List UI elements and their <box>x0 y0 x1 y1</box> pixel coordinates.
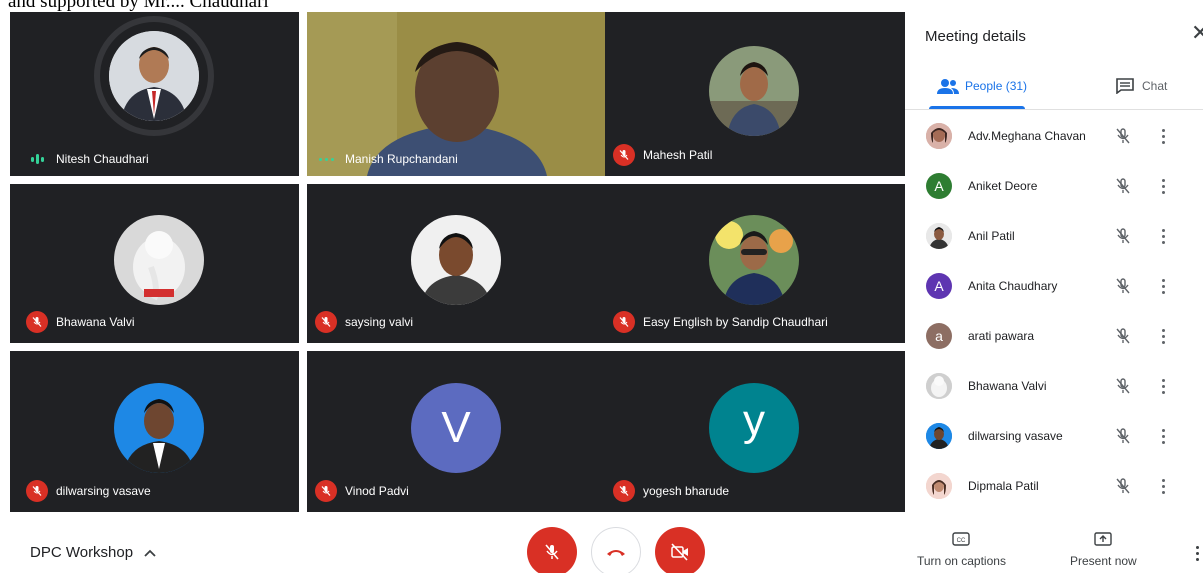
chat-icon <box>1116 78 1134 94</box>
avatar <box>926 123 952 149</box>
participant-tile[interactable]: Easy English by Sandip Chaudhari <box>605 184 905 343</box>
participant-tile[interactable]: y yogesh bharude <box>605 351 905 512</box>
mic-off-icon <box>1116 128 1130 144</box>
person-row[interactable]: A Aniket Deore <box>905 161 1203 211</box>
people-icon <box>937 79 959 94</box>
person-row[interactable]: Dipmala Patil <box>905 461 1203 511</box>
speaking-indicator-icon <box>26 154 48 164</box>
participant-name: dilwarsing vasave <box>26 480 151 502</box>
video-grid: Nitesh Chaudhari Manish Rupchandani Mahe… <box>0 12 905 512</box>
avatar <box>926 223 952 249</box>
chevron-up-icon <box>144 549 156 557</box>
avatar <box>926 373 952 399</box>
muted-mic-icon <box>315 311 337 333</box>
present-screen-icon <box>1094 532 1113 546</box>
participant-tile[interactable]: Manish Rupchandani <box>307 12 605 176</box>
camera-off-icon <box>671 543 688 561</box>
mic-off-icon <box>1116 328 1130 344</box>
svg-text:CC: CC <box>957 538 966 544</box>
participant-tile[interactable]: V Vinod Padvi <box>307 351 605 512</box>
avatar: V <box>411 383 501 473</box>
person-row[interactable]: dilwarsing vasave <box>905 411 1203 461</box>
panel-title: Meeting details <box>925 28 1026 45</box>
person-row[interactable]: A Anita Chaudhary <box>905 261 1203 311</box>
person-row[interactable]: Anil Patil <box>905 211 1203 261</box>
participant-tile[interactable]: Nitesh Chaudhari <box>10 12 299 176</box>
meet-window: and supported by Mr.... Chaudhari Nitesh… <box>0 0 1203 573</box>
muted-mic-icon <box>613 144 635 166</box>
participant-tile[interactable]: dilwarsing vasave <box>10 351 299 512</box>
participant-name: Vinod Padvi <box>315 480 409 502</box>
camera-toggle-button[interactable] <box>655 527 705 573</box>
participant-name: Nitesh Chaudhari <box>26 152 149 166</box>
person-row[interactable]: a arati pawara <box>905 311 1203 361</box>
avatar: A <box>926 273 952 299</box>
tab-chat[interactable]: Chat <box>1116 78 1167 94</box>
more-options-icon[interactable] <box>1158 276 1168 296</box>
meeting-details-panel: Meeting details ✕ People (31) Chat Adv.M… <box>905 0 1203 514</box>
mic-off-icon <box>1116 428 1130 444</box>
muted-mic-icon <box>613 480 635 502</box>
avatar <box>926 473 952 499</box>
closed-captions-icon: CC <box>952 532 971 546</box>
avatar <box>114 215 204 305</box>
participant-name: Easy English by Sandip Chaudhari <box>613 311 828 333</box>
mic-off-icon <box>1116 478 1130 494</box>
leave-call-button[interactable] <box>591 527 641 573</box>
person-row[interactable]: Bhawana Valvi <box>905 361 1203 411</box>
avatar <box>411 215 501 305</box>
participant-tile[interactable]: Mahesh Patil <box>605 12 905 176</box>
avatar: y <box>709 383 799 473</box>
more-dots-icon <box>315 157 337 161</box>
more-options-icon[interactable] <box>1158 326 1168 346</box>
person-row[interactable]: Adv.Meghana Chavan <box>905 111 1203 161</box>
tab-divider <box>905 109 1203 110</box>
more-options-icon[interactable] <box>1158 176 1168 196</box>
more-options-icon[interactable] <box>1158 226 1168 246</box>
present-now-button[interactable]: Present now <box>1070 532 1137 568</box>
avatar: A <box>926 173 952 199</box>
avatar: a <box>926 323 952 349</box>
captions-button[interactable]: CC Turn on captions <box>917 532 1006 568</box>
more-options-icon[interactable] <box>1158 376 1168 396</box>
avatar <box>109 31 199 121</box>
more-options-icon[interactable] <box>1192 543 1202 563</box>
mic-off-icon <box>1116 178 1130 194</box>
participant-name: Mahesh Patil <box>613 144 712 166</box>
more-options-icon[interactable] <box>1158 126 1168 146</box>
tab-people[interactable]: People (31) <box>937 78 1027 94</box>
avatar <box>709 46 799 136</box>
muted-mic-icon <box>26 311 48 333</box>
participant-name: saysing valvi <box>315 311 413 333</box>
mic-off-icon <box>1116 228 1130 244</box>
participant-name: yogesh bharude <box>613 480 729 502</box>
participant-name: Manish Rupchandani <box>315 152 458 166</box>
muted-mic-icon <box>26 480 48 502</box>
mic-off-icon <box>1116 278 1130 294</box>
mic-off-icon <box>545 544 559 560</box>
muted-mic-icon <box>315 480 337 502</box>
hang-up-icon <box>607 550 625 556</box>
mic-toggle-button[interactable] <box>527 527 577 573</box>
meeting-details-toggle[interactable]: DPC Workshop <box>30 544 157 561</box>
participant-name: Bhawana Valvi <box>26 311 135 333</box>
close-icon[interactable]: ✕ <box>1191 22 1203 44</box>
participant-tile[interactable]: saysing valvi <box>307 184 605 343</box>
mic-off-icon <box>1116 378 1130 394</box>
avatar <box>114 383 204 473</box>
muted-mic-icon <box>613 311 635 333</box>
more-options-icon[interactable] <box>1158 476 1168 496</box>
avatar <box>926 423 952 449</box>
participant-tile[interactable]: Bhawana Valvi <box>10 184 299 343</box>
more-options-icon[interactable] <box>1158 426 1168 446</box>
document-caption: and supported by Mr.... Chaudhari <box>0 0 905 12</box>
avatar <box>709 215 799 305</box>
